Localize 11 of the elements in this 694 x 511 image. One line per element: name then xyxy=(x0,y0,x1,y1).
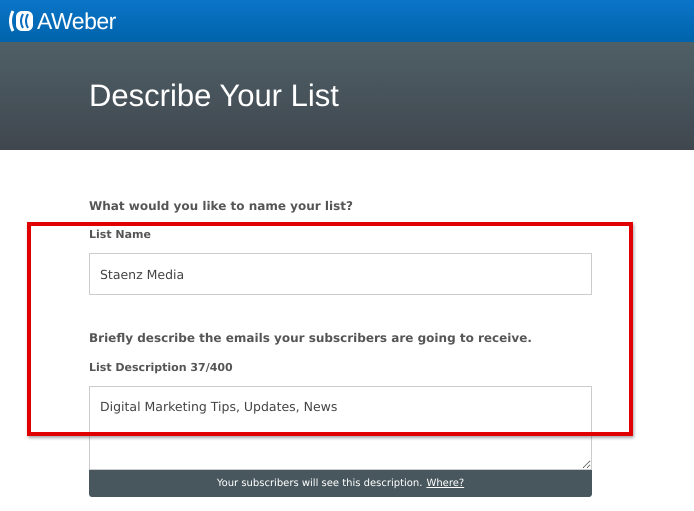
description-question: Briefly describe the emails your subscribers are going to receive. xyxy=(89,331,533,345)
page-title: Describe Your List xyxy=(89,78,339,114)
field-label: List Description 37/400 xyxy=(89,361,234,374)
where-link[interactable]: Where? xyxy=(426,478,464,489)
list-description-field[interactable]: Digital Marketing Tips, Updates, News xyxy=(89,386,592,470)
name-question: What would you like to name your list? xyxy=(89,199,354,213)
logo-icon xyxy=(8,10,34,32)
list-name-field[interactable]: Staenz Media xyxy=(89,253,592,295)
field-label: List Name xyxy=(89,228,152,241)
brand-name: AWeber xyxy=(37,8,116,34)
note-text: Your subscribers will see this description. xyxy=(216,478,422,489)
